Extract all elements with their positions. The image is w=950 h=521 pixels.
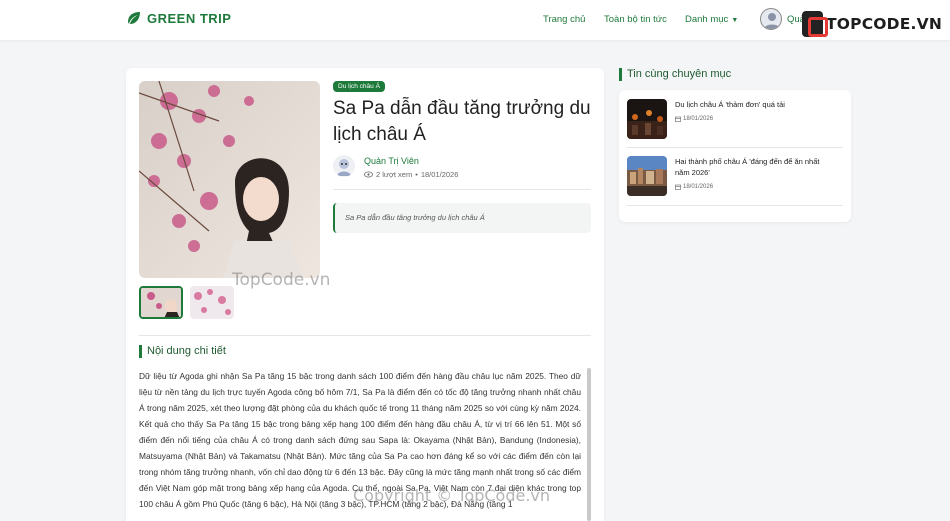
leaf-icon: [128, 12, 140, 24]
divider: [627, 205, 843, 206]
divider: [333, 189, 591, 190]
divider: [627, 147, 843, 148]
calendar-icon: [675, 184, 681, 190]
avatar: [760, 8, 782, 30]
gallery-thumbnail-2[interactable]: [190, 286, 234, 319]
author-name[interactable]: Quản Trị Viên: [364, 156, 419, 166]
user-menu[interactable]: Quả: [760, 8, 805, 30]
topcode-logo: TOPCODE.VN: [802, 10, 942, 38]
related-news-date-text-2: 18/01/2026: [683, 184, 714, 190]
related-news-image-2[interactable]: [627, 156, 667, 196]
nav-category-label: Danh mục: [685, 14, 729, 25]
nav-home-link[interactable]: Trang chủ: [543, 14, 585, 25]
content-scrollbar[interactable]: [587, 368, 591, 521]
article-meta: 2 lượt xem • 18/01/2026: [364, 170, 458, 179]
related-news-date-1: 18/01/2026: [675, 116, 713, 122]
article-summary: Sa Pa dẫn đầu tăng trưởng du lịch châu Á: [333, 203, 591, 233]
content-section-title: Nội dung chi tiết: [139, 345, 226, 358]
meta-separator: •: [415, 170, 418, 179]
sidebar-title: Tin cùng chuyên mục: [619, 68, 731, 81]
divider: [139, 335, 591, 336]
gallery-thumbnail-1[interactable]: [139, 286, 183, 319]
calendar-icon: [675, 116, 681, 122]
brand-name: GREEN TRIP: [147, 10, 232, 26]
category-badge[interactable]: Du lịch châu Á: [333, 81, 385, 92]
related-news-image-1[interactable]: [627, 99, 667, 139]
topcode-logo-text: TOPCODE.VN: [826, 15, 942, 33]
related-news-date-2: 18/01/2026: [675, 184, 713, 190]
related-news-title-2[interactable]: Hai thành phố châu Á 'đáng đến để ăn nhấ…: [675, 156, 835, 178]
view-count: 2 lượt xem: [376, 170, 413, 179]
nav-all-news-link[interactable]: Toàn bộ tin tức: [604, 14, 667, 25]
navbar: GREEN TRIP Trang chủ Toàn bộ tin tức Dan…: [0, 0, 950, 40]
article-content: Dữ liệu từ Agoda ghi nhận Sa Pa tăng 15 …: [139, 371, 581, 509]
article-title: Sa Pa dẫn đầu tăng trưởng du lịch châu Á: [333, 98, 591, 145]
related-news-date-text-1: 18/01/2026: [683, 116, 714, 122]
author-avatar: [333, 155, 355, 177]
nav-category-dropdown[interactable]: Danh mục ▼: [685, 14, 738, 25]
publish-date: 18/01/2026: [420, 170, 459, 179]
eye-icon: [364, 171, 373, 178]
article-main-image[interactable]: [139, 81, 320, 278]
related-news-title-1[interactable]: Du lịch châu Á 'thảm đơn' quá tải: [675, 99, 835, 110]
brand-logo[interactable]: GREEN TRIP: [126, 10, 231, 26]
topcode-mark-icon: [802, 11, 829, 37]
caret-down-icon: ▼: [731, 17, 739, 24]
